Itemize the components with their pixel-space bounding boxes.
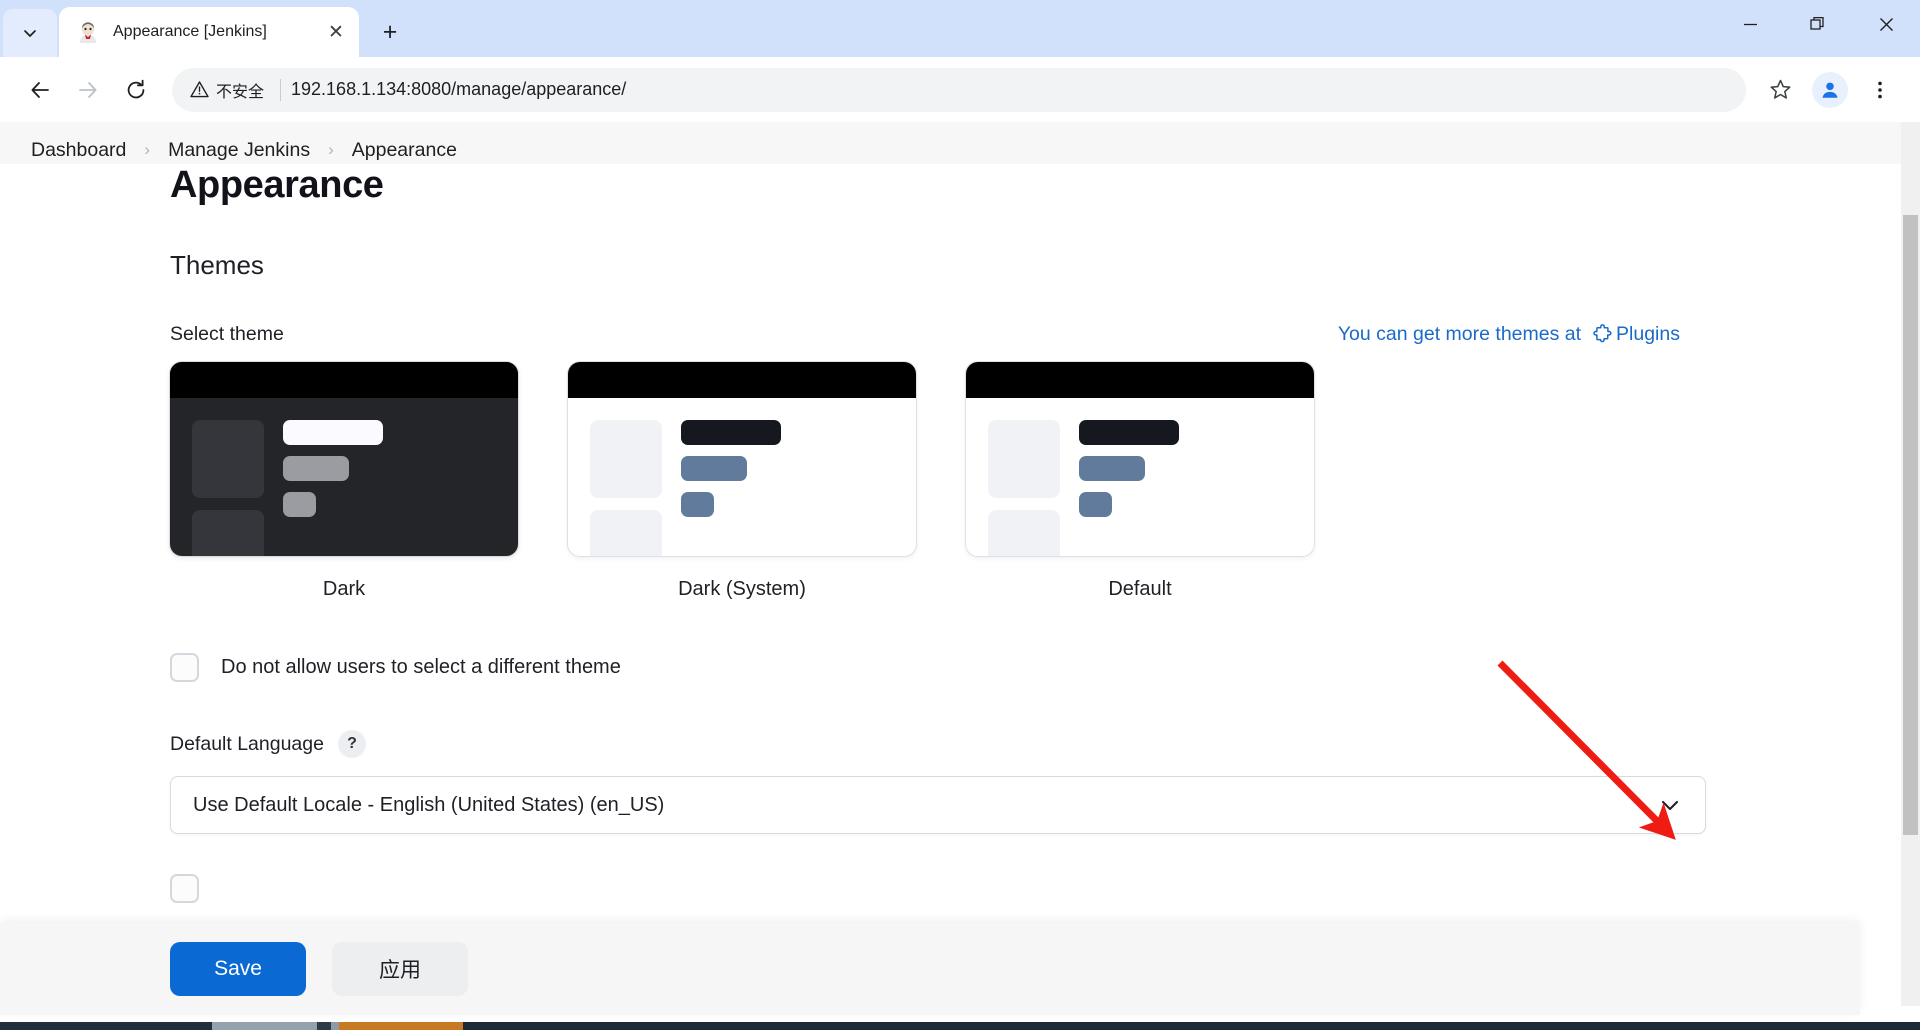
tab-search-button[interactable] bbox=[3, 9, 57, 57]
apply-button[interactable]: 应用 bbox=[332, 942, 468, 996]
jenkins-favicon bbox=[77, 21, 99, 43]
preview-content-bar bbox=[283, 420, 383, 445]
os-taskbar bbox=[0, 1022, 1920, 1030]
taskbar-segment bbox=[463, 1022, 1920, 1030]
omnibox-divider bbox=[280, 78, 282, 101]
select-theme-row: Select theme You can get more themes at … bbox=[170, 323, 1860, 346]
window-controls bbox=[1716, 0, 1920, 48]
minimize-button[interactable] bbox=[1716, 0, 1784, 48]
breadcrumb-item-appearance[interactable]: Appearance bbox=[346, 135, 463, 166]
maximize-restore-button[interactable] bbox=[1784, 0, 1852, 48]
taskbar-segment bbox=[0, 1022, 212, 1030]
browser-toolbar: 不安全 192.168.1.134:8080/manage/appearance… bbox=[0, 57, 1920, 122]
breadcrumb-item-manage-jenkins[interactable]: Manage Jenkins bbox=[162, 135, 316, 166]
default-language-value: Use Default Locale - English (United Sta… bbox=[193, 793, 665, 816]
tab-title: Appearance [Jenkins] bbox=[113, 23, 267, 40]
breadcrumb-separator: › bbox=[144, 140, 151, 159]
restrict-theme-checkbox[interactable] bbox=[170, 653, 199, 682]
preview-sidebar-block bbox=[590, 510, 662, 556]
select-theme-label: Select theme bbox=[170, 323, 284, 345]
theme-option-default[interactable]: Default bbox=[966, 362, 1314, 601]
preview-content-bar bbox=[1079, 492, 1112, 517]
plugin-puzzle-icon bbox=[1593, 324, 1612, 343]
preview-body bbox=[568, 398, 916, 556]
taskbar-segment bbox=[339, 1022, 463, 1030]
restrict-theme-label: Do not allow users to select a different… bbox=[221, 656, 621, 678]
theme-selector: Dark Dark (System) Default bbox=[170, 362, 1860, 601]
preview-content-bar bbox=[283, 492, 316, 517]
browser-window: Appearance [Jenkins] ✕ + 不安全 192.168.1.1… bbox=[0, 0, 1920, 1030]
preview-body bbox=[966, 398, 1314, 556]
browser-menu-icon[interactable] bbox=[1858, 68, 1902, 112]
preview-content-bar bbox=[681, 492, 714, 517]
security-status-chip[interactable]: 不安全 bbox=[176, 73, 276, 107]
url-text: 192.168.1.134:8080/manage/appearance/ bbox=[291, 79, 627, 99]
address-bar[interactable]: 不安全 192.168.1.134:8080/manage/appearance… bbox=[172, 67, 1746, 112]
more-themes-link[interactable]: You can get more themes at Plugins bbox=[1338, 323, 1680, 346]
preview-sidebar-block bbox=[192, 420, 264, 498]
preview-content-bar bbox=[681, 456, 747, 481]
save-button[interactable]: Save bbox=[170, 942, 306, 996]
security-status-text: 不安全 bbox=[216, 83, 265, 101]
theme-option-dark-system[interactable]: Dark (System) bbox=[568, 362, 916, 601]
theme-name-label: Dark (System) bbox=[678, 578, 806, 600]
partial-row-checkbox[interactable] bbox=[170, 874, 199, 903]
theme-preview-card[interactable] bbox=[966, 362, 1314, 556]
preview-header-bar bbox=[170, 362, 518, 398]
theme-name-label: Default bbox=[1108, 578, 1172, 600]
warning-triangle-icon bbox=[190, 81, 209, 98]
page-scrollbar[interactable] bbox=[1901, 122, 1920, 1006]
preview-sidebar-block bbox=[192, 510, 264, 556]
more-themes-link-target: Plugins bbox=[1616, 323, 1680, 345]
forward-button[interactable] bbox=[66, 68, 110, 112]
default-language-select[interactable]: Use Default Locale - English (United Sta… bbox=[170, 776, 1706, 834]
back-button[interactable] bbox=[18, 68, 62, 112]
breadcrumb-separator: › bbox=[328, 140, 334, 159]
help-icon[interactable]: ? bbox=[337, 730, 366, 758]
browser-tab[interactable]: Appearance [Jenkins] ✕ bbox=[59, 7, 359, 57]
main-content: Appearance Themes Select theme You can g… bbox=[0, 164, 1920, 1015]
preview-body bbox=[170, 398, 518, 556]
preview-sidebar-block bbox=[988, 510, 1060, 556]
page-title: Appearance bbox=[170, 164, 384, 206]
bookmark-star-icon[interactable] bbox=[1758, 68, 1802, 112]
breadcrumb-item-dashboard[interactable]: Dashboard bbox=[25, 135, 132, 166]
preview-sidebar-block bbox=[590, 420, 662, 498]
more-themes-link-text: You can get more themes at bbox=[1337, 323, 1582, 345]
scrollbar-thumb[interactable] bbox=[1903, 215, 1918, 835]
section-title-themes: Themes bbox=[170, 250, 264, 280]
tab-close-icon[interactable]: ✕ bbox=[323, 19, 349, 45]
taskbar-segment bbox=[317, 1022, 331, 1030]
partial-checkbox-row bbox=[170, 874, 1860, 903]
theme-preview-card[interactable] bbox=[568, 362, 916, 556]
taskbar-segment bbox=[331, 1022, 339, 1030]
default-language-label: Default Language bbox=[170, 732, 324, 755]
close-window-button[interactable] bbox=[1852, 0, 1920, 48]
theme-option-dark[interactable]: Dark bbox=[170, 362, 518, 601]
new-tab-button[interactable]: + bbox=[371, 13, 409, 51]
reload-button[interactable] bbox=[114, 68, 158, 112]
form-action-bar: Save 应用 bbox=[0, 923, 1860, 1015]
preview-sidebar-block bbox=[988, 420, 1060, 498]
preview-content-bar bbox=[283, 456, 349, 481]
preview-content-bar bbox=[1079, 456, 1145, 481]
taskbar-segment bbox=[212, 1022, 317, 1030]
default-language-row: Default Language ? bbox=[170, 730, 1860, 758]
profile-avatar-icon[interactable] bbox=[1812, 71, 1848, 108]
page-viewport: Dashboard › Manage Jenkins › Appearance … bbox=[0, 122, 1920, 1030]
restrict-theme-row: Do not allow users to select a different… bbox=[170, 653, 1860, 682]
tab-strip: Appearance [Jenkins] ✕ + bbox=[0, 0, 1920, 57]
preview-header-bar bbox=[966, 362, 1314, 398]
preview-content-bar bbox=[681, 420, 781, 445]
chevron-down-icon bbox=[24, 30, 36, 37]
theme-preview-card[interactable] bbox=[170, 362, 518, 556]
preview-header-bar bbox=[568, 362, 916, 398]
theme-name-label: Dark bbox=[322, 578, 366, 600]
toolbar-actions bbox=[1758, 68, 1902, 112]
preview-content-bar bbox=[1079, 420, 1179, 445]
chevron-down-icon bbox=[1661, 800, 1679, 811]
